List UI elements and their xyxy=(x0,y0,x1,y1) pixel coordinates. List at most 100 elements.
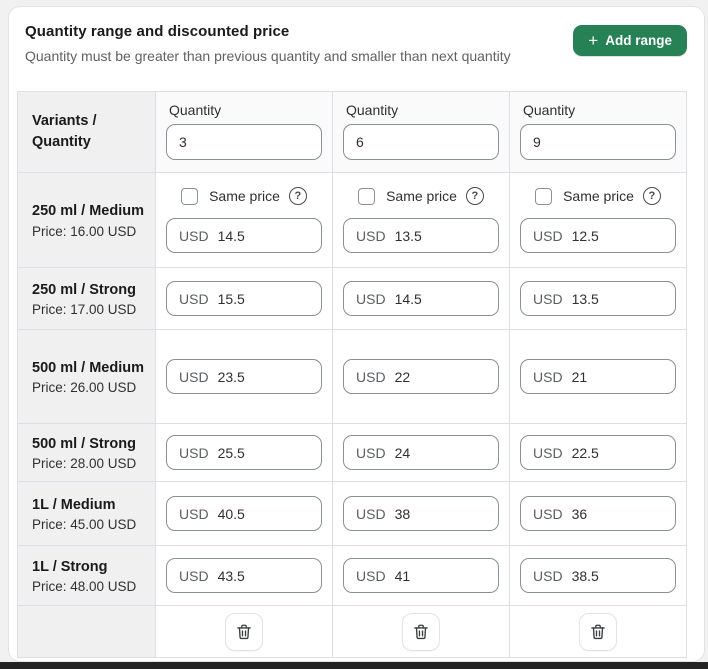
table-row: 1L / Strong Price: 48.00 USD USD 43.5 US… xyxy=(17,545,687,606)
price-cell: Same price ? USD 13.5 xyxy=(332,172,510,268)
currency-prefix: USD xyxy=(533,567,563,584)
currency-prefix: USD xyxy=(533,368,563,385)
delete-range-button[interactable] xyxy=(402,612,440,651)
add-range-button[interactable]: + Add range xyxy=(573,25,687,56)
currency-prefix: USD xyxy=(533,444,563,461)
discount-price-input[interactable]: USD 40.5 xyxy=(166,496,322,531)
discount-price-input[interactable]: USD 12.5 xyxy=(520,218,676,253)
table-row: 500 ml / Strong Price: 28.00 USD USD 25.… xyxy=(17,423,687,482)
discount-price-input[interactable]: USD 22.5 xyxy=(520,435,676,470)
discount-price-input[interactable]: USD 14.5 xyxy=(343,281,499,316)
discount-price-input[interactable]: USD 41 xyxy=(343,558,499,593)
discount-price-input[interactable]: USD 38 xyxy=(343,496,499,531)
variant-name: 250 ml / Medium xyxy=(32,203,145,220)
same-price-label: Same price xyxy=(209,188,280,204)
quantity-input[interactable] xyxy=(520,124,676,160)
table-row: 250 ml / Strong Price: 17.00 USD USD 15.… xyxy=(17,267,687,330)
price-cell: USD 25.5 xyxy=(155,423,333,482)
currency-prefix: USD xyxy=(356,368,386,385)
table-header-row: Variants / Quantity Quantity Quantity Qu… xyxy=(17,91,687,173)
price-cell: Same price ? USD 12.5 xyxy=(509,172,687,268)
price-cell: USD 38 xyxy=(332,481,510,546)
trash-icon xyxy=(591,624,605,639)
variant-price: Price: 17.00 USD xyxy=(32,302,137,317)
currency-prefix: USD xyxy=(533,290,563,307)
same-price-checkbox[interactable] xyxy=(181,187,199,205)
same-price-checkbox[interactable] xyxy=(535,187,553,205)
table-row: 1L / Medium Price: 45.00 USD USD 40.5 US… xyxy=(17,481,687,546)
delete-range-button[interactable] xyxy=(225,612,263,651)
currency-prefix: USD xyxy=(179,505,209,522)
price-value: 21 xyxy=(571,368,588,385)
quantity-header-cell: Quantity xyxy=(332,91,510,173)
add-range-label: Add range xyxy=(605,33,672,48)
discount-price-input[interactable]: USD 13.5 xyxy=(520,281,676,316)
variant-cell: 500 ml / Medium Price: 26.00 USD xyxy=(17,329,156,424)
same-price-checkbox[interactable] xyxy=(358,187,376,205)
trash-icon xyxy=(237,624,251,639)
price-value: 41 xyxy=(394,567,411,584)
quantity-label: Quantity xyxy=(169,102,222,118)
pricing-table: Variants / Quantity Quantity Quantity Qu… xyxy=(17,91,687,658)
delete-range-button[interactable] xyxy=(579,612,617,651)
quantity-label: Quantity xyxy=(523,102,576,118)
discount-price-input[interactable]: USD 23.5 xyxy=(166,359,322,394)
discount-price-input[interactable]: USD 13.5 xyxy=(343,218,499,253)
discount-price-input[interactable]: USD 22 xyxy=(343,359,499,394)
table-row: 500 ml / Medium Price: 26.00 USD USD 23.… xyxy=(17,329,687,424)
price-cell: USD 15.5 xyxy=(155,267,333,330)
card-header: Quantity range and discounted price Quan… xyxy=(9,7,704,85)
help-icon[interactable]: ? xyxy=(288,187,307,205)
discount-price-input[interactable]: USD 14.5 xyxy=(166,218,322,253)
variant-name: 250 ml / Strong xyxy=(32,281,136,298)
quantity-input[interactable] xyxy=(166,124,322,160)
quantity-header-cell: Quantity xyxy=(155,91,333,173)
variant-price: Price: 48.00 USD xyxy=(32,579,137,594)
same-price-label: Same price xyxy=(563,188,634,204)
quantity-header-cell: Quantity xyxy=(509,91,687,173)
help-icon[interactable]: ? xyxy=(465,187,484,205)
price-cell: USD 36 xyxy=(509,481,687,546)
delete-row xyxy=(17,605,687,658)
price-value: 38 xyxy=(394,505,411,522)
discount-price-input[interactable]: USD 15.5 xyxy=(166,281,322,316)
discount-price-input[interactable]: USD 38.5 xyxy=(520,558,676,593)
quantity-input[interactable] xyxy=(343,124,499,160)
price-cell: USD 22 xyxy=(332,329,510,424)
help-icon[interactable]: ? xyxy=(642,187,661,205)
table-row: 250 ml / Medium Price: 16.00 USD Same pr… xyxy=(17,172,687,268)
discount-price-input[interactable]: USD 21 xyxy=(520,359,676,394)
discount-price-input[interactable]: USD 43.5 xyxy=(166,558,322,593)
price-cell: USD 40.5 xyxy=(155,481,333,546)
discount-price-input[interactable]: USD 36 xyxy=(520,496,676,531)
price-value: 22.5 xyxy=(571,444,599,461)
currency-prefix: USD xyxy=(356,444,386,461)
variant-cell: 250 ml / Medium Price: 16.00 USD xyxy=(17,172,156,268)
currency-prefix: USD xyxy=(179,368,209,385)
same-price-group: Same price ? xyxy=(166,187,322,205)
currency-prefix: USD xyxy=(356,227,386,244)
delete-cell xyxy=(332,605,510,658)
price-cell: USD 23.5 xyxy=(155,329,333,424)
variant-name: 1L / Medium xyxy=(32,496,116,513)
window-bottom-edge xyxy=(0,662,708,669)
discount-price-input[interactable]: USD 24 xyxy=(343,435,499,470)
discount-price-input[interactable]: USD 25.5 xyxy=(166,435,322,470)
currency-prefix: USD xyxy=(179,567,209,584)
corner-header: Variants / Quantity xyxy=(17,91,156,173)
price-value: 13.5 xyxy=(571,290,599,307)
price-cell: USD 24 xyxy=(332,423,510,482)
price-value: 38.5 xyxy=(571,567,599,584)
price-cell: USD 38.5 xyxy=(509,545,687,606)
price-cell: USD 43.5 xyxy=(155,545,333,606)
price-value: 40.5 xyxy=(217,505,245,522)
variant-cell: 1L / Strong Price: 48.00 USD xyxy=(17,545,156,606)
trash-icon xyxy=(414,624,428,639)
variant-name: 500 ml / Medium xyxy=(32,359,145,376)
variant-cell: 250 ml / Strong Price: 17.00 USD xyxy=(17,267,156,330)
price-cell: Same price ? USD 14.5 xyxy=(155,172,333,268)
variant-price: Price: 16.00 USD xyxy=(32,223,137,239)
price-value: 13.5 xyxy=(394,227,422,244)
price-value: 12.5 xyxy=(571,227,599,244)
price-cell: USD 21 xyxy=(509,329,687,424)
